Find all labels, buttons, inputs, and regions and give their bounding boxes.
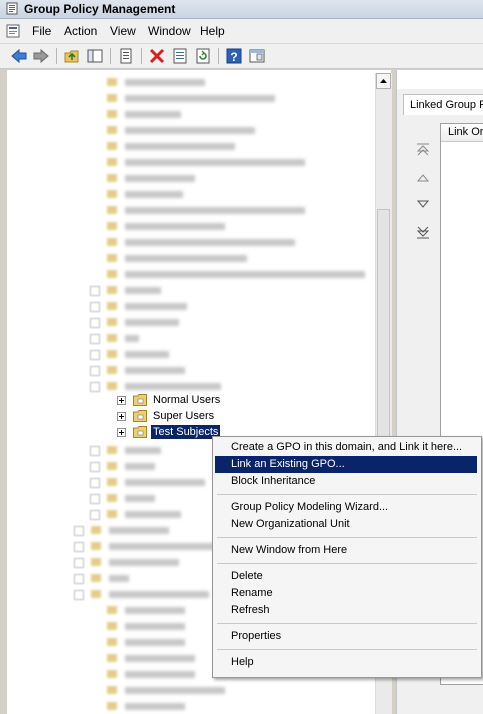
menu-separator (217, 623, 477, 624)
gpmc-app-icon (6, 2, 18, 15)
svg-text:?: ? (230, 50, 237, 64)
menu-separator (217, 563, 477, 564)
ou-folder-icon (133, 410, 147, 422)
menu-item-label: Rename (231, 587, 273, 599)
refresh-icon[interactable] (194, 47, 212, 65)
tree-item-label: Super Users (153, 410, 215, 422)
menu-item-delete[interactable]: Delete (215, 568, 477, 585)
move-down-icon[interactable] (416, 197, 430, 211)
scroll-up-button[interactable] (376, 73, 391, 89)
menu-item-create-gpo-and-link[interactable]: Create a GPO in this domain, and Link it… (215, 439, 477, 456)
ou-folder-icon (133, 394, 147, 406)
menu-window[interactable]: Window (148, 24, 191, 38)
menu-item-group-policy-modeling-wizard[interactable]: Group Policy Modeling Wizard... (215, 499, 477, 516)
ou-folder-icon (133, 426, 147, 438)
menu-item-label: Delete (231, 570, 263, 582)
menu-item-properties[interactable]: Properties (215, 628, 477, 645)
menu-item-label: Properties (231, 630, 282, 642)
move-to-bottom-icon[interactable] (416, 225, 430, 239)
menu-item-block-inheritance[interactable]: Block Inheritance (215, 473, 477, 490)
toolbar-separator (141, 48, 142, 64)
show-hide-tree-icon[interactable] (86, 47, 104, 65)
menu-item-label: New Organizational Unit (231, 518, 350, 530)
menu-item-new-window-from-here[interactable]: New Window from Here (215, 542, 477, 559)
menu-item-label: Create a GPO in this domain, and Link it… (231, 441, 463, 453)
menu-item-label: Block Inheritance (231, 475, 316, 487)
delete-icon[interactable] (148, 47, 166, 65)
toolbar-separator (110, 48, 111, 64)
scroll-up-arrow-icon (380, 79, 387, 83)
menu-bar: File Action View Window Help (0, 19, 483, 44)
help-icon[interactable]: ? (225, 47, 243, 65)
menu-view[interactable]: View (110, 24, 136, 38)
menu-item-help[interactable]: Help (215, 654, 477, 671)
toolbar-separator (56, 48, 57, 64)
forward-arrow-icon[interactable] (32, 47, 50, 65)
properties-icon[interactable] (117, 47, 135, 65)
export-list-icon[interactable] (171, 47, 189, 65)
menu-item-new-organizational-unit[interactable]: New Organizational Unit (215, 516, 477, 533)
move-to-top-icon[interactable] (416, 143, 430, 157)
menu-item-label: Refresh (231, 604, 270, 616)
menu-action[interactable]: Action (64, 24, 97, 38)
expand-plus-icon[interactable] (117, 412, 126, 421)
menu-item-rename[interactable]: Rename (215, 585, 477, 602)
move-up-icon[interactable] (416, 171, 430, 185)
title-bar: Group Policy Management (0, 0, 483, 19)
column-header-label: Link Or (448, 126, 483, 138)
up-folder-icon[interactable] (63, 47, 81, 65)
menu-item-label: Group Policy Modeling Wizard... (231, 501, 389, 513)
window-title: Group Policy Management (24, 2, 176, 16)
context-menu: Create a GPO in this domain, and Link it… (212, 436, 482, 678)
menu-item-label: Link an Existing GPO... (231, 458, 345, 470)
column-header-link-order[interactable]: Link Or (441, 124, 483, 142)
system-menu-icon[interactable] (6, 24, 20, 38)
tree-item-label-selected: Test Subjects (151, 425, 221, 439)
menu-item-label: Help (231, 656, 254, 668)
expand-plus-icon[interactable] (117, 396, 126, 405)
expand-plus-icon[interactable] (117, 428, 126, 437)
menu-separator (217, 494, 477, 495)
menu-file[interactable]: File (32, 24, 51, 38)
console-view-icon[interactable] (248, 47, 266, 65)
menu-item-label: New Window from Here (231, 544, 348, 556)
tree-item-label: Normal Users (153, 394, 221, 406)
toolbar-separator (218, 48, 219, 64)
menu-help[interactable]: Help (200, 24, 225, 38)
menu-separator (217, 649, 477, 650)
back-arrow-icon[interactable] (10, 47, 28, 65)
tab-linked-group-policy-objects[interactable]: Linked Group P (403, 94, 483, 115)
menu-separator (217, 537, 477, 538)
menu-item-link-existing-gpo[interactable]: Link an Existing GPO... (215, 456, 477, 473)
tab-label: Linked Group P (410, 99, 483, 111)
menu-item-refresh[interactable]: Refresh (215, 602, 477, 619)
toolbar: ? (0, 44, 483, 69)
